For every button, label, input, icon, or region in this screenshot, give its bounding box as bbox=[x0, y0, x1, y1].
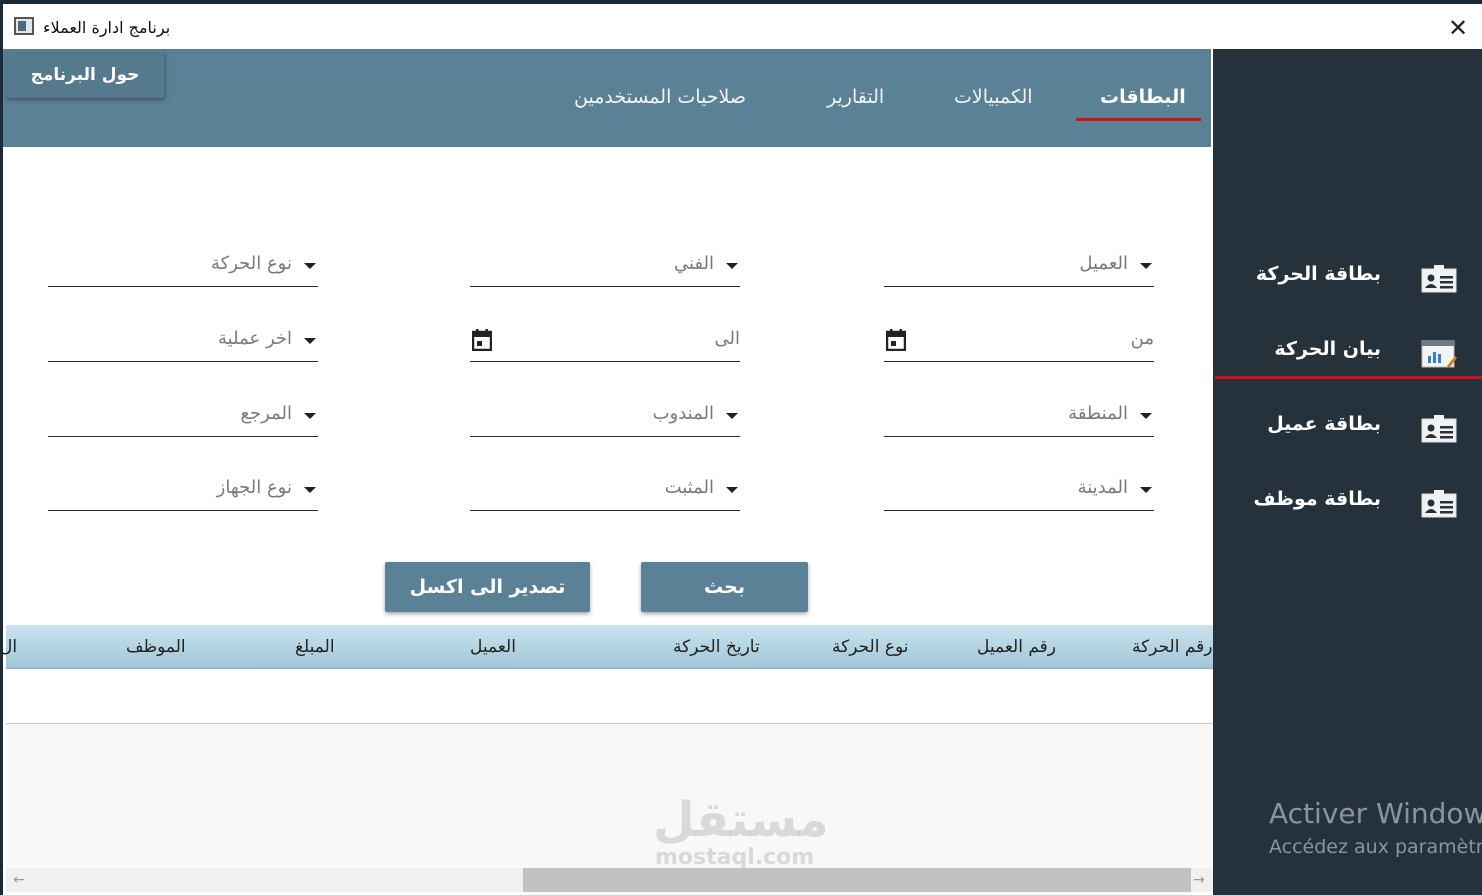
dropdown-arrow-icon bbox=[1140, 413, 1152, 419]
technician-select[interactable]: الفني bbox=[470, 247, 740, 287]
last-operation-label: اخر عملية bbox=[218, 328, 292, 349]
sidebar-item-label: بطاقة موظف bbox=[1253, 488, 1381, 510]
column-header-client[interactable]: العميل bbox=[470, 637, 516, 657]
title-bar: برنامج ادارة العملاء ✕ bbox=[3, 0, 1482, 49]
city-select[interactable]: المدينة bbox=[884, 471, 1154, 511]
movement-type-label: نوع الحركة bbox=[210, 253, 292, 274]
calendar-icon[interactable] bbox=[472, 329, 492, 351]
from-date-picker[interactable]: من bbox=[884, 322, 1154, 362]
dropdown-arrow-icon bbox=[1140, 263, 1152, 269]
close-button[interactable]: ✕ bbox=[1443, 14, 1473, 44]
dropdown-arrow-icon bbox=[726, 263, 738, 269]
tab-bills[interactable]: الكمبيالات bbox=[954, 86, 1033, 108]
dropdown-arrow-icon bbox=[726, 413, 738, 419]
column-header-movement-number[interactable]: رقم الحركة bbox=[1132, 637, 1213, 657]
scrollbar-thumb[interactable] bbox=[523, 868, 1191, 892]
grid-header: رقم الحركة رقم العميل نوع الحركة تاريخ ا… bbox=[0, 625, 1213, 669]
column-header-movement-type[interactable]: نوع الحركة bbox=[832, 637, 909, 657]
column-header-movement-date[interactable]: تاريخ الحركة bbox=[673, 637, 760, 657]
client-select[interactable]: العميل bbox=[884, 247, 1154, 287]
technician-label: الفني bbox=[673, 253, 714, 274]
sidebar-item-label: بطاقة عميل bbox=[1267, 413, 1381, 435]
sidebar-item-client-card[interactable]: بطاقة عميل bbox=[1213, 399, 1482, 459]
active-sidebar-indicator bbox=[1215, 376, 1482, 379]
to-label: الى bbox=[714, 328, 741, 349]
reference-select[interactable]: المرجع bbox=[48, 397, 318, 437]
window-title: برنامج ادارة العملاء bbox=[43, 18, 171, 37]
dropdown-arrow-icon bbox=[726, 487, 738, 493]
active-tab-indicator bbox=[1076, 118, 1201, 121]
column-header-employee[interactable]: الموظف bbox=[126, 637, 186, 657]
column-header-client-number[interactable]: رقم العميل bbox=[977, 637, 1056, 657]
activation-watermark-subtitle: Accédez aux paramètr bbox=[1269, 836, 1482, 858]
region-label: المنطقة bbox=[1068, 403, 1128, 424]
export-excel-button[interactable]: تصدير الى اكسل bbox=[385, 562, 590, 612]
sidebar-item-label: بيان الحركة bbox=[1274, 338, 1381, 360]
app-window: برنامج ادارة العملاء ✕ حول البرنامج البط… bbox=[0, 0, 1482, 895]
dropdown-arrow-icon bbox=[304, 487, 316, 493]
city-label: المدينة bbox=[1077, 477, 1128, 498]
watermark-site: mostaql.com bbox=[655, 845, 815, 870]
horizontal-scrollbar[interactable]: ← → bbox=[6, 868, 1213, 892]
dropdown-arrow-icon bbox=[304, 413, 316, 419]
table-row[interactable] bbox=[6, 669, 1213, 724]
watermark-logo: مستقل bbox=[653, 792, 829, 848]
scroll-left-icon[interactable]: ← bbox=[10, 870, 28, 890]
tab-user-permissions[interactable]: صلاحيات المستخدمين bbox=[574, 86, 746, 108]
sidebar-item-movement-statement[interactable]: بيان الحركة bbox=[1213, 324, 1482, 384]
from-label: من bbox=[1130, 328, 1154, 349]
activation-watermark-title: Activer Windows bbox=[1269, 797, 1482, 830]
reference-label: المرجع bbox=[240, 403, 292, 424]
tab-reports[interactable]: التقارير bbox=[827, 86, 884, 108]
dropdown-arrow-icon bbox=[304, 263, 316, 269]
device-type-label: نوع الجهاز bbox=[216, 477, 292, 498]
app-icon bbox=[14, 17, 34, 35]
about-program-button[interactable]: حول البرنامج bbox=[6, 52, 164, 98]
id-card-icon bbox=[1421, 415, 1457, 443]
installer-select[interactable]: المثبت bbox=[470, 471, 740, 511]
sidebar-item-label: بطاقة الحركة bbox=[1255, 263, 1381, 285]
movement-type-select[interactable]: نوع الحركة bbox=[48, 247, 318, 287]
column-header-partial[interactable]: ال bbox=[0, 637, 17, 657]
dropdown-arrow-icon bbox=[304, 338, 316, 344]
scroll-right-icon[interactable]: → bbox=[1190, 870, 1208, 890]
to-date-picker[interactable]: الى bbox=[470, 322, 740, 362]
right-sidebar: بطاقة الحركة بيان الحركة بطاقة عميل بطاق… bbox=[1213, 49, 1482, 895]
representative-label: المندوب bbox=[652, 403, 714, 424]
sidebar-item-employee-card[interactable]: بطاقة موظف bbox=[1213, 474, 1482, 534]
report-chart-icon bbox=[1421, 340, 1457, 368]
device-type-select[interactable]: نوع الجهاز bbox=[48, 471, 318, 511]
column-header-amount[interactable]: المبلغ bbox=[295, 637, 335, 657]
search-button[interactable]: بحث bbox=[641, 562, 808, 612]
last-operation-select[interactable]: اخر عملية bbox=[48, 322, 318, 362]
id-card-icon bbox=[1421, 490, 1457, 518]
tab-cards[interactable]: البطاقات bbox=[1100, 86, 1186, 108]
sidebar-item-movement-card[interactable]: بطاقة الحركة bbox=[1213, 249, 1482, 309]
dropdown-arrow-icon bbox=[1140, 487, 1152, 493]
region-select[interactable]: المنطقة bbox=[884, 397, 1154, 437]
grid-empty-area bbox=[6, 724, 1213, 868]
client-label: العميل bbox=[1079, 253, 1128, 274]
installer-label: المثبت bbox=[664, 477, 714, 498]
id-card-icon bbox=[1421, 265, 1457, 293]
calendar-icon[interactable] bbox=[886, 329, 906, 351]
representative-select[interactable]: المندوب bbox=[470, 397, 740, 437]
